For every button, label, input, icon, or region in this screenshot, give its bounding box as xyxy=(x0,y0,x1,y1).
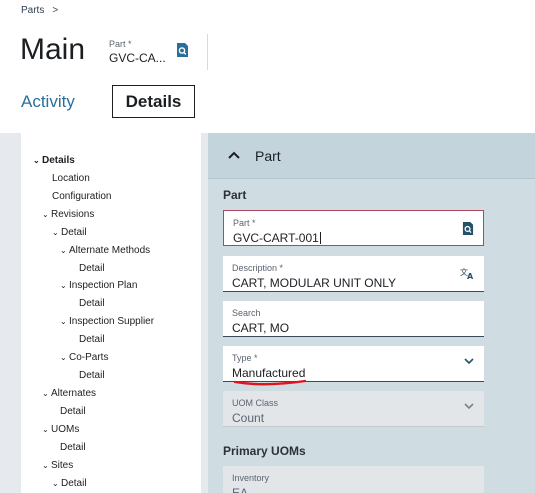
translate-icon[interactable]: 文 A xyxy=(460,267,475,283)
part-field[interactable]: Part * GVC-CART-001 xyxy=(223,210,484,246)
tree-item-label: Alternates xyxy=(51,388,97,399)
annotation-underline xyxy=(233,379,307,386)
chevron-down-icon[interactable] xyxy=(464,357,474,368)
search-field-value[interactable]: CART, MO xyxy=(232,321,289,335)
tree-item-label: Location xyxy=(52,173,90,184)
tree-item-label: Detail xyxy=(79,298,105,309)
text-cursor xyxy=(319,232,321,244)
description-field-value[interactable]: CART, MODULAR UNIT ONLY xyxy=(232,276,396,290)
inventory-uom-field: Inventory EA xyxy=(223,466,484,493)
chevron-up-icon[interactable] xyxy=(228,147,240,163)
part-field-text: GVC-CART-001 xyxy=(233,231,319,245)
chevron-down-icon[interactable]: ⌄ xyxy=(42,210,51,219)
group-label-part: Part xyxy=(223,188,247,202)
uom-class-label: UOM Class xyxy=(232,398,279,408)
tree-item-uoms[interactable]: ⌄ UOMs xyxy=(42,424,79,435)
part-lookup-icon[interactable] xyxy=(176,43,189,57)
tree-item-label: Configuration xyxy=(52,191,112,202)
header-part-field: Part * GVC-CA... xyxy=(109,39,166,65)
header-part-value: GVC-CA... xyxy=(109,51,166,65)
tree-item-label: Detail xyxy=(79,263,105,274)
tree-item-label: Sites xyxy=(51,460,74,471)
search-field-label: Search xyxy=(232,308,261,318)
tree-item-alternates-detail[interactable]: Detail xyxy=(60,406,86,417)
breadcrumb-parts-link[interactable]: Parts xyxy=(21,5,44,16)
tree-item-label: Detail xyxy=(60,406,86,417)
uom-class-value: Count xyxy=(232,411,265,425)
uom-class-select: UOM Class Count xyxy=(223,391,484,427)
group-label-primary-uoms: Primary UOMs xyxy=(223,444,306,458)
tree-item-label: Inspection Supplier xyxy=(69,316,155,327)
tree-item-label: Details xyxy=(42,155,75,166)
chevron-down-icon[interactable]: ⌄ xyxy=(42,425,51,434)
tab-activity[interactable]: Activity xyxy=(21,92,75,112)
tab-details[interactable]: Details xyxy=(112,85,195,118)
inventory-uom-value: EA xyxy=(232,486,249,493)
chevron-down-icon[interactable]: ⌄ xyxy=(60,317,69,326)
breadcrumb-separator: > xyxy=(52,5,59,16)
inventory-uom-label: Inventory xyxy=(232,473,270,483)
tree-item-inspection-supplier[interactable]: ⌄ Inspection Supplier xyxy=(60,316,154,327)
tree-item-uoms-detail[interactable]: Detail xyxy=(60,442,86,453)
header-part-label: Part * xyxy=(109,39,132,49)
part-field-value[interactable]: GVC-CART-001 xyxy=(233,231,321,245)
chevron-down-icon[interactable]: ⌄ xyxy=(42,461,51,470)
tree-item-inspection-plan[interactable]: ⌄ Inspection Plan xyxy=(60,280,137,291)
tree-item-label: Detail xyxy=(79,370,105,381)
tree-item-co-parts[interactable]: ⌄ Co-Parts xyxy=(60,352,108,363)
part-field-label: Part * xyxy=(233,218,256,228)
tree-item-label: Detail xyxy=(61,227,87,238)
chevron-down-icon[interactable]: ⌄ xyxy=(60,246,69,255)
tree-item-label: Revisions xyxy=(51,209,95,220)
tree-item-sites[interactable]: ⌄ Sites xyxy=(42,460,73,471)
chevron-down-icon[interactable]: ⌄ xyxy=(42,389,51,398)
chevron-down-icon xyxy=(464,402,474,413)
tree-item-configuration[interactable]: Configuration xyxy=(52,191,111,202)
tree-item-label: Detail xyxy=(61,478,87,489)
breadcrumb: Parts > xyxy=(21,5,58,16)
chevron-down-icon[interactable]: ⌄ xyxy=(60,353,69,362)
svg-text:A: A xyxy=(467,272,474,280)
header-divider xyxy=(207,34,208,70)
tree-item-revisions-detail[interactable]: ⌄ Detail xyxy=(52,227,87,238)
chevron-down-icon[interactable]: ⌄ xyxy=(33,156,42,165)
type-select-label: Type * xyxy=(232,353,258,363)
tree-item-alternates[interactable]: ⌄ Alternates xyxy=(42,388,96,399)
tree-item-label: Inspection Plan xyxy=(69,280,138,291)
description-field[interactable]: Description * CART, MODULAR UNIT ONLY 文 … xyxy=(223,256,484,292)
tree-item-label: UOMs xyxy=(51,424,80,435)
tree-item-co-parts-detail[interactable]: Detail xyxy=(79,370,105,381)
page-title: Main xyxy=(20,33,86,66)
tree-item-alternate-methods-detail[interactable]: Detail xyxy=(79,263,105,274)
navigation-tree: ⌄ Details Location Configuration ⌄ Revisio… xyxy=(21,133,201,493)
tree-item-sites-detail[interactable]: ⌄ Detail xyxy=(52,478,87,489)
tree-item-label: Detail xyxy=(79,334,105,345)
tree-item-inspection-plan-detail[interactable]: Detail xyxy=(79,298,105,309)
tree-item-details[interactable]: ⌄ Details xyxy=(33,155,75,166)
section-title: Part xyxy=(255,148,281,164)
chevron-down-icon[interactable]: ⌄ xyxy=(60,281,69,290)
tree-item-label: Detail xyxy=(60,442,86,453)
tree-item-label: Co-Parts xyxy=(69,352,109,363)
description-field-label: Description * xyxy=(232,263,284,273)
chevron-down-icon[interactable]: ⌄ xyxy=(52,228,61,237)
form-panel: Part Part Part * GVC-CART-001 Descriptio… xyxy=(208,133,535,493)
search-field[interactable]: Search CART, MO xyxy=(223,301,484,337)
chevron-down-icon[interactable]: ⌄ xyxy=(52,479,61,488)
tree-item-alternate-methods[interactable]: ⌄ Alternate Methods xyxy=(60,245,150,256)
tree-item-label: Alternate Methods xyxy=(69,245,151,256)
tree-item-location[interactable]: Location xyxy=(52,173,90,184)
part-lookup-icon[interactable] xyxy=(462,222,474,238)
tree-item-inspection-supplier-detail[interactable]: Detail xyxy=(79,334,105,345)
tree-item-revisions[interactable]: ⌄ Revisions xyxy=(42,209,94,220)
section-header-part[interactable]: Part xyxy=(208,133,535,179)
